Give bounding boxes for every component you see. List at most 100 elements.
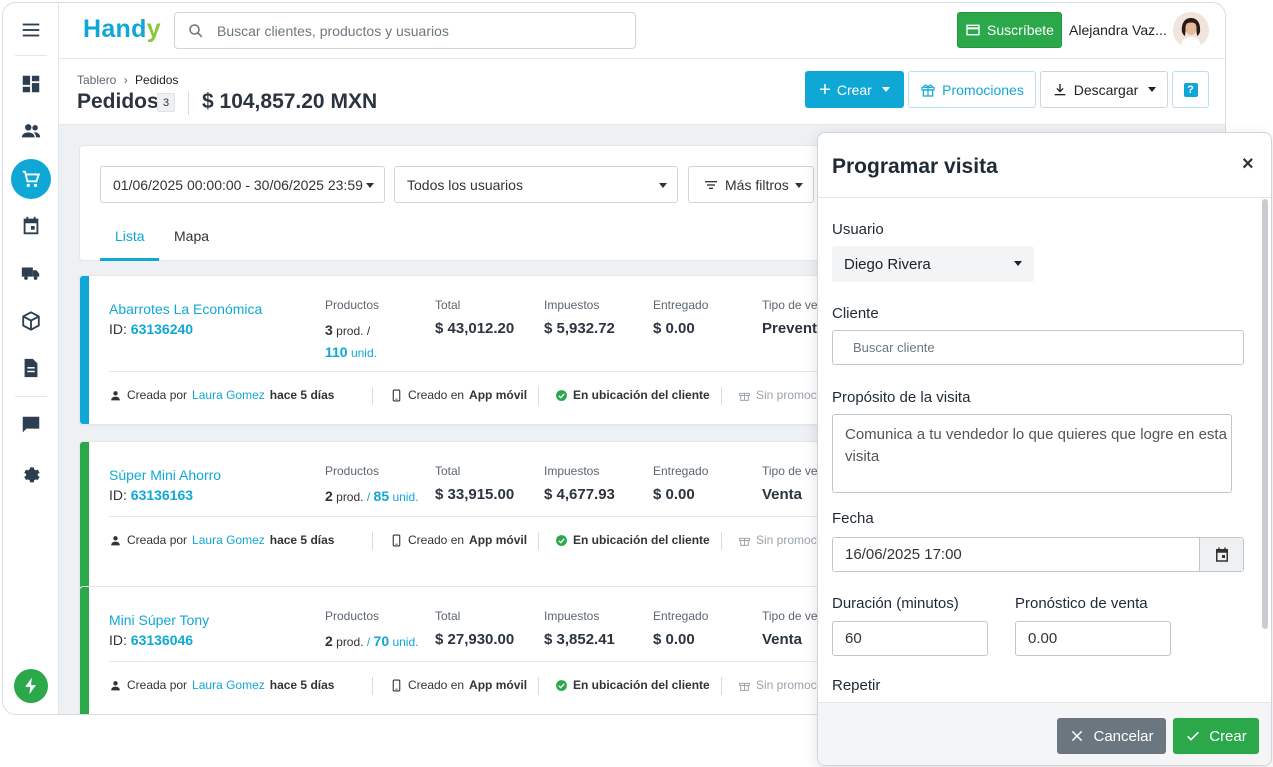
card-divider — [109, 516, 838, 517]
column-label-taxes: Impuestos — [544, 298, 600, 312]
footer-divider — [538, 677, 539, 695]
check-circle-icon — [556, 534, 567, 546]
users-select[interactable]: Todos los usuarios — [394, 166, 678, 203]
footer-divider — [721, 532, 722, 550]
date-field[interactable] — [832, 537, 1244, 572]
plus-icon: + — [819, 78, 831, 101]
tab-list[interactable]: Lista — [115, 228, 145, 244]
chevron-down-icon — [881, 87, 890, 92]
modal-scrollbar[interactable] — [1262, 199, 1268, 629]
user-icon — [111, 680, 120, 690]
download-icon — [1054, 83, 1066, 95]
help-button[interactable]: ? — [1172, 71, 1209, 108]
user-label: Usuario — [832, 221, 884, 238]
date-input[interactable] — [845, 546, 1243, 563]
column-label-delivered: Entregado — [653, 609, 709, 623]
forecast-input[interactable] — [1028, 630, 1170, 647]
phone-icon — [392, 534, 401, 546]
create-button[interactable]: + Crear — [805, 71, 904, 108]
purpose-field[interactable] — [832, 414, 1232, 493]
column-label-total: Total — [435, 609, 461, 623]
order-card[interactable]: Súper Mini Ahorro ID: 63136163 Productos To… — [79, 441, 839, 591]
cancel-button[interactable]: Cancelar — [1057, 718, 1166, 754]
client-search-input[interactable] — [853, 340, 1243, 355]
more-filters-button[interactable]: Más filtros — [688, 166, 814, 203]
column-label-total: Total — [435, 464, 461, 478]
search-icon — [189, 23, 203, 37]
card-divider — [109, 661, 838, 662]
footer-divider — [372, 532, 373, 550]
check-circle-icon — [556, 679, 567, 691]
subscribe-button[interactable]: Suscríbete — [957, 12, 1062, 48]
cart-icon[interactable] — [11, 159, 51, 199]
page-title: Pedidos — [77, 90, 159, 113]
duration-field[interactable] — [832, 621, 988, 656]
promotions-button[interactable]: Promociones — [908, 71, 1036, 108]
client-search-field[interactable] — [832, 330, 1244, 365]
user-icon — [111, 535, 120, 545]
order-card[interactable]: Abarrotes La Económica ID: 63136240 Produc… — [79, 275, 839, 425]
duration-input[interactable] — [845, 630, 987, 647]
close-icon[interactable]: × — [1242, 153, 1254, 176]
creator-link[interactable]: Laura Gomez — [192, 388, 265, 402]
avatar[interactable] — [1173, 12, 1209, 48]
date-range-select[interactable]: 01/06/2025 00:00:00 - 30/06/2025 23:59:5… — [100, 166, 385, 203]
help-icon: ? — [1183, 82, 1198, 97]
purpose-label: Propósito de la visita — [832, 389, 971, 406]
search-bar[interactable] — [174, 12, 636, 49]
document-icon[interactable] — [11, 348, 51, 388]
breadcrumb-parent[interactable]: Tablero — [77, 73, 116, 87]
chevron-down-icon — [795, 183, 803, 188]
check-circle-icon — [556, 389, 567, 401]
created-in: Creado en App móvil — [390, 678, 527, 692]
client-name-link[interactable]: Mini Súper Tony — [109, 612, 209, 628]
column-label-delivered: Entregado — [653, 464, 709, 478]
gift-icon — [739, 682, 750, 691]
user-name[interactable]: Alejandra Vaz... — [1069, 22, 1167, 38]
order-delivered: $ 0.00 — [653, 631, 695, 648]
order-id: ID: 63136046 — [109, 632, 194, 648]
order-count-badge: 3 — [157, 93, 175, 112]
client-name-link[interactable]: Abarrotes La Económica — [109, 301, 262, 317]
order-card[interactable]: Mini Súper Tony ID: 63136046 Productos Tota… — [79, 586, 839, 714]
chevron-down-icon — [1014, 261, 1022, 266]
phone-icon — [392, 389, 401, 401]
download-button[interactable]: Descargar — [1040, 71, 1168, 108]
client-label: Cliente — [832, 305, 879, 322]
create-visit-button[interactable]: Crear — [1173, 718, 1259, 754]
users-icon[interactable] — [11, 111, 51, 151]
tab-map[interactable]: Mapa — [174, 228, 209, 244]
gift-icon — [739, 392, 750, 401]
forecast-field[interactable] — [1015, 621, 1171, 656]
client-name-link[interactable]: Súper Mini Ahorro — [109, 467, 221, 483]
footer-divider — [721, 387, 722, 405]
truck-icon[interactable] — [11, 253, 51, 293]
duration-label: Duración (minutos) — [832, 595, 959, 612]
creator-link[interactable]: Laura Gomez — [192, 678, 265, 692]
status-stripe — [80, 276, 89, 424]
breadcrumb-current: Pedidos — [135, 73, 179, 87]
column-label-products: Productos — [325, 298, 380, 312]
menu-icon[interactable] — [11, 10, 51, 50]
dashboard-icon[interactable] — [11, 64, 51, 104]
creator-link[interactable]: Laura Gomez — [192, 533, 265, 547]
footer-divider — [538, 532, 539, 550]
purpose-textarea[interactable] — [845, 424, 1231, 484]
calendar-picker-button[interactable] — [1199, 538, 1243, 571]
modal-footer: Cancelar Crear — [818, 702, 1271, 765]
brand-logo[interactable]: Handy — [83, 15, 161, 44]
chat-icon[interactable] — [11, 405, 51, 445]
box-icon[interactable] — [11, 301, 51, 341]
chevron-down-icon — [1148, 87, 1157, 92]
gift-icon — [921, 84, 935, 97]
settings-icon[interactable] — [11, 453, 51, 493]
search-input[interactable] — [217, 22, 617, 39]
column-label-taxes: Impuestos — [544, 464, 600, 478]
calendar-icon[interactable] — [11, 206, 51, 246]
created-in: Creado en App móvil — [390, 533, 527, 547]
bolt-icon[interactable] — [14, 669, 48, 703]
user-select[interactable]: Diego Rivera — [832, 246, 1034, 282]
order-sale-type: Venta — [762, 486, 803, 503]
order-sale-type: Preventa — [762, 320, 826, 337]
phone-icon — [392, 679, 401, 691]
